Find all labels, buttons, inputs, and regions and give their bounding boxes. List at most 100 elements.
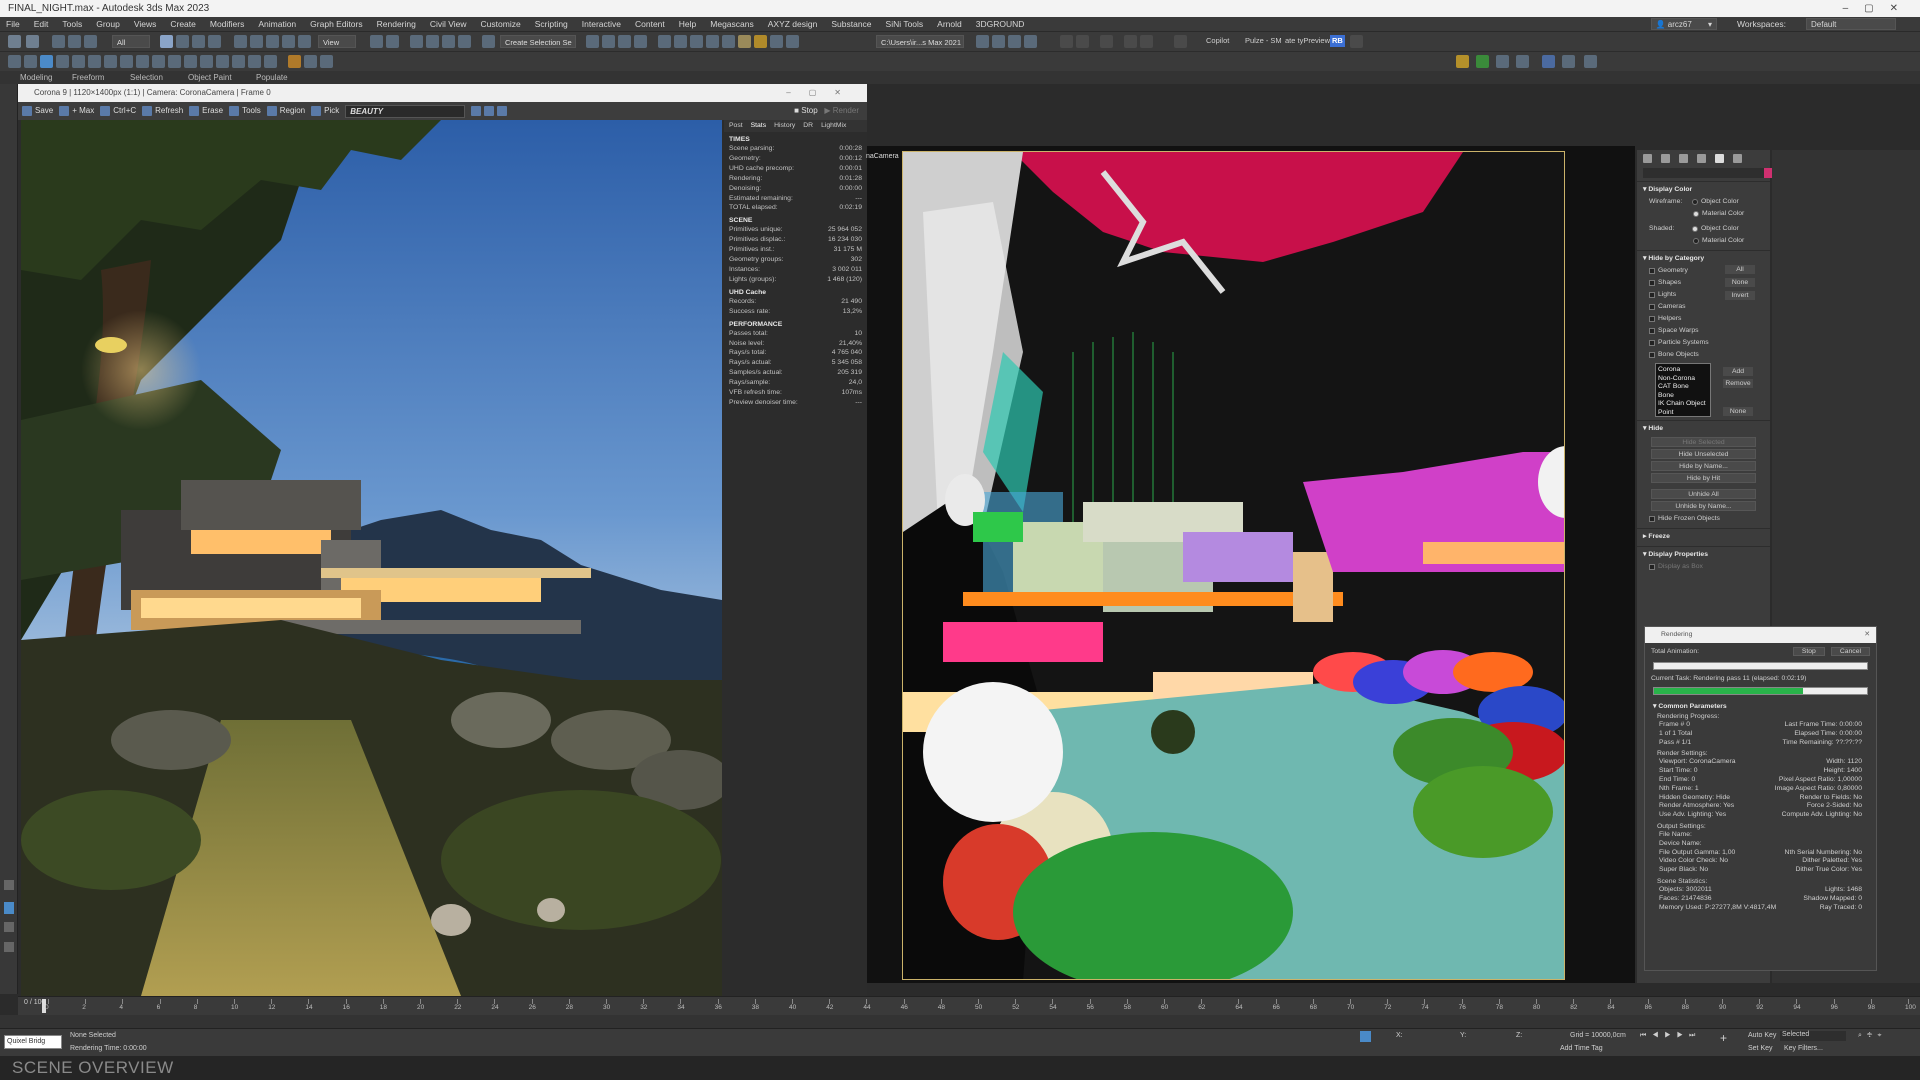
gear-icon[interactable] <box>1174 35 1187 48</box>
menu-help[interactable]: Help <box>679 17 696 31</box>
motion-tab-icon[interactable] <box>1697 154 1706 163</box>
slicer-icon[interactable] <box>248 55 261 68</box>
list-item[interactable]: CAT Bone <box>1658 383 1708 392</box>
render-icon[interactable] <box>770 35 783 48</box>
tool-e-icon[interactable] <box>1584 55 1597 68</box>
playback-controls[interactable]: ⏮◀▶▶⏭ <box>1640 1032 1701 1040</box>
schematic-view-icon[interactable] <box>674 35 687 48</box>
rectangular-selection-icon[interactable] <box>192 35 205 48</box>
paint-icon[interactable] <box>24 55 37 68</box>
rendered-image[interactable] <box>21 120 722 996</box>
settings-icon[interactable] <box>304 55 317 68</box>
material-editor-icon[interactable] <box>690 35 703 48</box>
navigation-icons[interactable]: ⌕✥⌖ <box>1858 1032 1886 1040</box>
layout-tab-icon[interactable] <box>4 880 14 890</box>
list-remove-button[interactable]: Remove <box>1723 379 1753 388</box>
circle-icon[interactable] <box>1140 35 1153 48</box>
typreview-label[interactable]: ate tyPreview <box>1285 36 1330 45</box>
rendered-frame-window-icon[interactable] <box>722 35 735 48</box>
create-selection-set-dropdown[interactable]: Create Selection Se <box>500 35 576 48</box>
stop-button[interactable]: Stop <box>1792 647 1825 656</box>
redo-icon[interactable] <box>26 35 39 48</box>
category-none-button[interactable]: None <box>1725 278 1755 287</box>
list-item[interactable]: Corona <box>1658 366 1708 375</box>
unhide-all-button[interactable]: Unhide All <box>1651 489 1756 499</box>
category-all-button[interactable]: All <box>1725 265 1755 274</box>
plus-tool-icon[interactable] <box>1076 35 1089 48</box>
selected-dropdown[interactable]: Selected <box>1780 1031 1846 1041</box>
reference-coord-icon[interactable] <box>298 35 311 48</box>
camera-icon[interactable] <box>136 55 149 68</box>
layout-c-icon[interactable] <box>4 942 14 952</box>
list-item[interactable]: Point <box>1658 409 1708 418</box>
hide-by-category-rollup[interactable]: ▾ Hide by Category <box>1637 250 1770 265</box>
auto-key-button[interactable]: Auto Key <box>1748 1032 1776 1039</box>
brush-icon[interactable] <box>40 55 53 68</box>
close-icon[interactable]: ✕ <box>1864 627 1870 643</box>
key-filters-button[interactable]: Key Filters... <box>1784 1045 1823 1052</box>
tab-selection[interactable]: Selection <box>130 71 163 84</box>
help-icon[interactable] <box>320 55 333 68</box>
hide-selected-button[interactable]: Hide Selected <box>1651 437 1756 447</box>
tool-d-icon[interactable] <box>1562 55 1575 68</box>
view-dropdown[interactable]: View <box>318 35 356 48</box>
select-object-icon[interactable] <box>160 35 173 48</box>
tab-history[interactable]: History <box>774 122 795 130</box>
project-path-dropdown[interactable]: C:\Users\ir...s Max 2021 <box>876 35 964 48</box>
track-bar[interactable] <box>0 1015 1920 1028</box>
time-slider[interactable]: 0 / 100 0 2 4 6 8 10 12 14 16 18 20 22 24 26 28 30 32 34 3… <box>18 996 1920 1015</box>
edit-named-selection-icon[interactable] <box>482 35 495 48</box>
vfb-pick-button[interactable]: Pick <box>311 102 339 120</box>
cancel-button[interactable]: Cancel <box>1830 647 1870 656</box>
vfb-window-controls[interactable]: –▢✕ <box>786 84 859 102</box>
display-color-rollup[interactable]: ▾ Display Color <box>1637 181 1770 196</box>
pivot-icon[interactable] <box>370 35 383 48</box>
distance-icon[interactable] <box>200 55 213 68</box>
archive-icon[interactable] <box>1024 35 1037 48</box>
list-add-button[interactable]: Add <box>1723 367 1753 376</box>
isolate-icon[interactable] <box>1360 1031 1371 1042</box>
select-by-name-icon[interactable] <box>176 35 189 48</box>
category-item[interactable]: Bone Objects <box>1637 349 1770 361</box>
light-icon[interactable] <box>152 55 165 68</box>
text-icon[interactable] <box>88 55 101 68</box>
lock-icon[interactable] <box>120 55 133 68</box>
list-item[interactable]: Non-Corona <box>1658 375 1708 384</box>
mirror-icon[interactable] <box>586 35 599 48</box>
menu-edit[interactable]: Edit <box>34 17 49 31</box>
sphere-icon[interactable] <box>1100 35 1113 48</box>
align-icon[interactable] <box>602 35 615 48</box>
list-item[interactable]: Bone <box>1658 392 1708 401</box>
rotate-icon[interactable] <box>250 35 263 48</box>
vfb-render-button[interactable]: ▶ Render <box>824 106 859 115</box>
tab-object-paint[interactable]: Object Paint <box>188 71 232 84</box>
scatter-icon[interactable] <box>104 55 117 68</box>
category-invert-button[interactable]: Invert <box>1725 291 1755 300</box>
toggle-scene-explorer-icon[interactable] <box>618 35 631 48</box>
forest-pack-icon[interactable] <box>1456 55 1469 68</box>
set-key-button[interactable]: Set Key <box>1748 1045 1773 1052</box>
add-time-tag[interactable]: Add Time Tag <box>1560 1045 1603 1052</box>
angle-snap-icon[interactable] <box>426 35 439 48</box>
hide-by-hit-button[interactable]: Hide by Hit <box>1651 473 1756 483</box>
railclone-icon[interactable] <box>1476 55 1489 68</box>
hide-rollup[interactable]: ▾ Hide <box>1637 420 1770 435</box>
menu-tools[interactable]: Tools <box>62 17 82 31</box>
volume-icon[interactable] <box>216 55 229 68</box>
freeze-rollup[interactable]: ▸ Freeze <box>1637 528 1770 543</box>
render-iterative-icon[interactable] <box>786 35 799 48</box>
vfb-region-button[interactable]: Region <box>266 102 305 120</box>
tab-populate[interactable]: Populate <box>256 71 288 84</box>
menu-3dground[interactable]: 3DGROUND <box>976 17 1025 31</box>
toggle-layer-explorer-icon[interactable] <box>634 35 647 48</box>
object-color-swatch[interactable] <box>1764 168 1772 178</box>
snaps-toggle-icon[interactable] <box>410 35 423 48</box>
category-item[interactable]: Space Warps <box>1637 325 1770 337</box>
radio[interactable] <box>1693 238 1699 244</box>
sketch-icon[interactable] <box>8 55 21 68</box>
vfb-refresh-button[interactable]: Refresh <box>142 102 183 120</box>
common-parameters-header[interactable]: ▾ Common Parameters <box>1645 697 1876 712</box>
menu-animation[interactable]: Animation <box>258 17 296 31</box>
menu-megascans[interactable]: Megascans <box>710 17 753 31</box>
copilot-label[interactable]: Copilot <box>1206 36 1229 45</box>
